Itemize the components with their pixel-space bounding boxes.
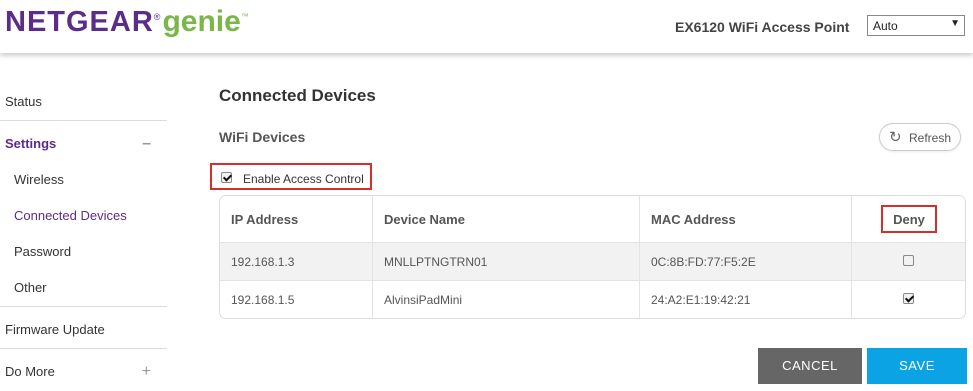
refresh-button[interactable]: ↻ Refresh bbox=[879, 123, 961, 151]
divider bbox=[0, 120, 167, 121]
column-header-deny: Deny bbox=[893, 212, 925, 227]
mode-select-value: Auto bbox=[873, 19, 898, 33]
cell-device-name: AlvinsiPadMini bbox=[384, 293, 463, 307]
cell-ip: 192.168.1.3 bbox=[231, 255, 295, 269]
app-header: NETGEAR®genie™ EX6120 WiFi Access Point … bbox=[0, 0, 973, 53]
column-header-ip: IP Address bbox=[231, 212, 299, 227]
refresh-icon: ↻ bbox=[889, 129, 902, 146]
sidebar-item-password[interactable]: Password bbox=[14, 244, 167, 259]
column-divider bbox=[639, 196, 640, 318]
logo-trademark: ™ bbox=[240, 12, 249, 21]
cell-ip: 192.168.1.5 bbox=[231, 293, 295, 307]
divider bbox=[0, 348, 167, 349]
sidebar-item-label: Wireless bbox=[14, 172, 64, 187]
page-title: Connected Devices bbox=[219, 86, 376, 105]
access-control-checkbox[interactable] bbox=[221, 172, 232, 183]
table-row: 192.168.1.3 MNLLPTNGTRN01 0C:8B:FD:77:F5… bbox=[220, 242, 965, 280]
sidebar-item-status[interactable]: Status bbox=[0, 94, 167, 109]
refresh-label: Refresh bbox=[909, 131, 952, 145]
sidebar-item-settings[interactable]: Settings – bbox=[0, 135, 167, 153]
sidebar-item-label: Status bbox=[5, 94, 42, 109]
sidebar-item-label: Firmware Update bbox=[5, 322, 105, 337]
logo-netgear-text: NETGEAR bbox=[5, 6, 154, 38]
divider bbox=[0, 306, 167, 307]
deny-header-highlight: Deny bbox=[881, 205, 937, 233]
save-button[interactable]: SAVE bbox=[867, 348, 967, 384]
access-control-highlight: Enable Access Control bbox=[210, 163, 372, 190]
cell-device-name: MNLLPTNGTRN01 bbox=[384, 255, 488, 269]
expand-icon[interactable]: + bbox=[142, 363, 151, 381]
cell-mac: 0C:8B:FD:77:F5:2E bbox=[651, 255, 756, 269]
sidebar-item-label: Do More bbox=[5, 364, 55, 379]
cell-mac: 24:A2:E1:19:42:21 bbox=[651, 293, 751, 307]
table-header: IP Address Device Name MAC Address Deny bbox=[220, 196, 965, 242]
device-title: EX6120 WiFi Access Point bbox=[675, 19, 850, 35]
column-header-mac: MAC Address bbox=[651, 212, 736, 227]
sidebar-item-label: Settings bbox=[5, 136, 57, 151]
sidebar-item-label: Password bbox=[14, 244, 72, 259]
access-control-label[interactable]: Enable Access Control bbox=[243, 172, 364, 186]
column-divider bbox=[372, 196, 373, 318]
sidebar-item-label: Connected Devices bbox=[14, 208, 127, 223]
sidebar-item-do-more[interactable]: Do More + bbox=[0, 363, 167, 381]
sidebar-item-firmware-update[interactable]: Firmware Update bbox=[0, 322, 167, 337]
devices-table: IP Address Device Name MAC Address Deny … bbox=[219, 195, 966, 319]
table-row: 192.168.1.5 AlvinsiPadMini 24:A2:E1:19:4… bbox=[220, 280, 965, 318]
section-title: WiFi Devices bbox=[219, 129, 306, 145]
logo-genie-text: genie bbox=[162, 5, 241, 38]
chevron-down-icon: ▼ bbox=[950, 18, 960, 29]
cancel-button[interactable]: CANCEL bbox=[758, 348, 862, 384]
sidebar-item-wireless[interactable]: Wireless bbox=[14, 172, 167, 187]
sidebar-item-other[interactable]: Other bbox=[14, 280, 167, 295]
column-divider bbox=[851, 196, 852, 318]
netgear-genie-logo[interactable]: NETGEAR®genie™ bbox=[5, 2, 249, 42]
logo-registered-mark: ® bbox=[153, 12, 161, 22]
deny-checkbox[interactable] bbox=[903, 293, 914, 304]
collapse-icon[interactable]: – bbox=[142, 135, 151, 153]
deny-checkbox[interactable] bbox=[903, 255, 914, 266]
sidebar-item-connected-devices[interactable]: Connected Devices bbox=[14, 208, 167, 223]
mode-select[interactable]: Auto ▼ bbox=[867, 15, 965, 36]
column-header-device-name: Device Name bbox=[384, 212, 465, 227]
sidebar-item-label: Other bbox=[14, 280, 47, 295]
